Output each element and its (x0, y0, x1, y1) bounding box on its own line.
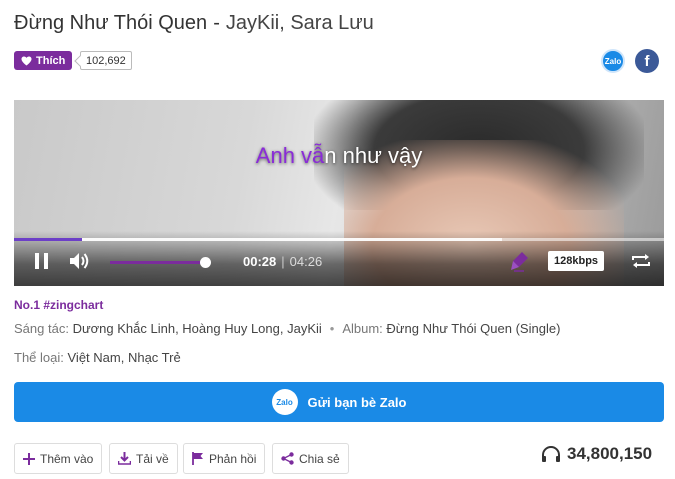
video-player[interactable]: Anh vẫn như vậy 00:28 | 04:26 128kbps (14, 100, 664, 286)
album-name[interactable]: Đừng Như Thói Quen (Single) (386, 321, 560, 336)
chart-rank[interactable]: No.1 #zingchart (14, 298, 103, 312)
title-separator: - (213, 12, 220, 34)
song-title-bar: Đừng Như Thói Quen - JayKii, Sara Lưu (14, 12, 374, 35)
credits-line: Sáng tác: Dương Khắc Linh, Hoàng Huy Lon… (14, 321, 560, 336)
lyric-sung: Anh vẫ (255, 143, 325, 168)
download-label: Tải về (136, 451, 169, 466)
karaoke-button[interactable] (510, 250, 530, 272)
volume-knob[interactable] (200, 257, 211, 268)
share-button[interactable]: Chia sẻ (272, 443, 349, 474)
composers[interactable]: Dương Khắc Linh, Hoàng Huy Long, JayKii (73, 321, 322, 336)
karaoke-lyric: Anh vẫn như vậy (14, 143, 664, 169)
time-display: 00:28 | 04:26 (243, 254, 322, 269)
flag-icon (192, 452, 204, 465)
heart-icon (21, 55, 32, 66)
pause-icon-bar (44, 253, 48, 269)
headphones-icon (542, 446, 560, 462)
genre-line: Thể loại: Việt Nam, Nhạc Trẻ (14, 350, 181, 365)
current-time: 00:28 (243, 254, 277, 269)
zalo-share-icon[interactable]: Zalo (601, 49, 625, 73)
song-title: Đừng Như Thói Quen (14, 12, 208, 34)
like-label: Thích (36, 54, 66, 67)
plus-icon (23, 452, 35, 465)
volume-button[interactable] (69, 251, 91, 271)
song-artists[interactable]: JayKii, Sara Lưu (226, 12, 374, 34)
add-to-label: Thêm vào (40, 451, 94, 466)
repeat-button[interactable] (630, 251, 652, 271)
seek-progress (14, 238, 83, 241)
duration: 04:26 (289, 254, 323, 269)
lyric-upcoming: n như vậy (324, 143, 423, 168)
volume-level (110, 261, 205, 264)
seek-bar[interactable] (14, 238, 664, 241)
like-count: 102,692 (80, 51, 132, 70)
send-zalo-label: Gửi bạn bè Zalo (307, 394, 407, 410)
seek-buffer (82, 238, 502, 241)
genres[interactable]: Việt Nam, Nhạc Trẻ (68, 350, 181, 365)
repeat-icon (632, 254, 650, 268)
dot-separator: • (329, 321, 335, 336)
quality-badge[interactable]: 128kbps (548, 251, 605, 271)
zalo-icon: Zalo (271, 389, 298, 415)
volume-slider[interactable] (110, 257, 211, 268)
listen-count: 34,800,150 (541, 444, 652, 464)
download-button[interactable]: Tải về (109, 443, 178, 474)
pause-icon (35, 253, 39, 269)
send-zalo-button[interactable]: Zalo Gửi bạn bè Zalo (14, 382, 664, 422)
share-icon (281, 452, 294, 465)
add-to-button[interactable]: Thêm vào (14, 443, 103, 474)
time-divider: | (281, 254, 285, 269)
report-button[interactable]: Phản hồi (183, 443, 266, 474)
like-button[interactable]: Thích (14, 51, 73, 70)
composer-label: Sáng tác: (14, 321, 69, 336)
report-label: Phản hồi (209, 451, 257, 466)
microphone-pen-icon (511, 252, 528, 272)
genre-label: Thể loại: (14, 350, 64, 365)
listen-count-value: 34,800,150 (567, 444, 653, 463)
share-label: Chia sẻ (299, 451, 340, 466)
facebook-share-icon[interactable]: f (635, 49, 659, 73)
album-label: Album: (342, 321, 383, 336)
pause-button[interactable] (35, 253, 49, 269)
download-icon (118, 452, 131, 465)
volume-icon (70, 253, 89, 269)
